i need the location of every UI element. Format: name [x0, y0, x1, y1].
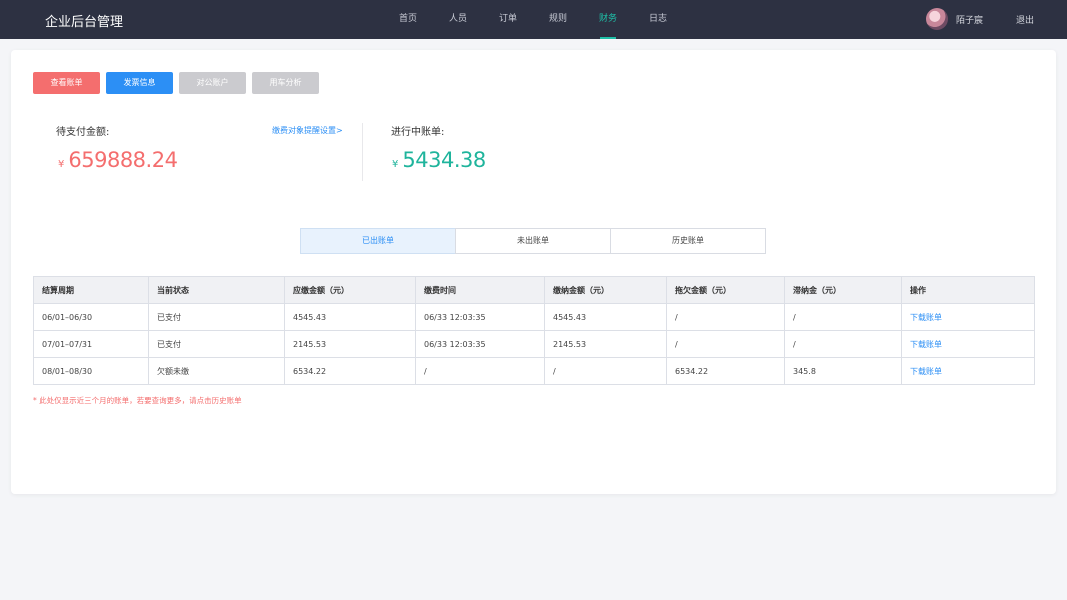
table-cell: 06/33 12:03:35: [415, 330, 545, 358]
tab-history-bills[interactable]: 历史账单: [610, 228, 766, 254]
currency-symbol: ¥: [392, 159, 399, 170]
pending-amount-value: 659888.24: [68, 148, 178, 172]
nav-item-orders[interactable]: 订单: [483, 0, 533, 39]
summary-divider: [362, 123, 363, 181]
download-bill-link[interactable]: 下载账单: [901, 330, 1035, 358]
nav-item-home[interactable]: 首页: [383, 0, 433, 39]
table-row: 06/01–06/30 已支付 4545.43 06/33 12:03:35 4…: [33, 303, 1035, 331]
table-cell: 欠额未缴: [148, 357, 285, 385]
table-cell: 06/33 12:03:35: [415, 303, 545, 331]
table-cell: 已支付: [148, 330, 285, 358]
in-progress-amount: ¥ 5434.38: [392, 148, 486, 172]
column-header: 滞纳金（元）: [784, 276, 902, 304]
table-header-row: 结算周期 当前状态 应缴金额（元） 缴费时间 缴纳金额（元） 拖欠金额（元） 滞…: [33, 276, 1035, 304]
table-cell: /: [544, 357, 667, 385]
table-cell: 4545.43: [544, 303, 667, 331]
column-header: 当前状态: [148, 276, 285, 304]
pending-amount: ¥ 659888.24: [58, 148, 178, 172]
history-note: * 此处仅显示近三个月的账单，若要查询更多，请点击历史账单: [33, 396, 242, 405]
car-usage-analysis-button[interactable]: 用车分析: [252, 72, 319, 94]
in-progress-amount-value: 5434.38: [402, 148, 486, 172]
download-bill-link[interactable]: 下载账单: [901, 303, 1035, 331]
download-bill-link[interactable]: 下载账单: [901, 357, 1035, 385]
bill-tabs: 已出账单 未出账单 历史账单: [300, 228, 766, 254]
column-header: 缴纳金额（元）: [544, 276, 667, 304]
column-header: 操作: [901, 276, 1035, 304]
in-progress-label: 进行中账单:: [391, 127, 445, 138]
nav-item-rules[interactable]: 规则: [533, 0, 583, 39]
corporate-account-button[interactable]: 对公账户: [179, 72, 246, 94]
pending-amount-label: 待支付金额:: [56, 127, 110, 138]
table-cell: 345.8: [784, 357, 902, 385]
table-cell: 4545.43: [284, 303, 416, 331]
logout-link[interactable]: 退出: [1016, 13, 1034, 26]
column-header: 结算周期: [33, 276, 149, 304]
table-cell: 06/01–06/30: [33, 303, 149, 331]
table-cell: /: [784, 303, 902, 331]
table-row: 07/01–07/31 已支付 2145.53 06/33 12:03:35 2…: [33, 330, 1035, 358]
table-cell: 07/01–07/31: [33, 330, 149, 358]
table-cell: /: [666, 303, 785, 331]
table-cell: 6534.22: [284, 357, 416, 385]
table-cell: 6534.22: [666, 357, 785, 385]
table-cell: /: [666, 330, 785, 358]
table-cell: /: [784, 330, 902, 358]
table-cell: 08/01–08/30: [33, 357, 149, 385]
table-cell: /: [415, 357, 545, 385]
main-nav: 首页 人员 订单 规则 财务 日志: [383, 0, 683, 39]
table-cell: 2145.53: [544, 330, 667, 358]
tab-unissued-bills[interactable]: 未出账单: [455, 228, 611, 254]
view-bill-button[interactable]: 查看账单: [33, 72, 100, 94]
app-title: 企业后台管理: [45, 15, 124, 30]
table-cell: 2145.53: [284, 330, 416, 358]
currency-symbol: ¥: [58, 159, 65, 170]
finance-card: 查看账单 发票信息 对公账户 用车分析 待支付金额: 缴费对象提醒设置> ¥ 6…: [11, 50, 1056, 494]
nav-item-logs[interactable]: 日志: [633, 0, 683, 39]
tab-issued-bills[interactable]: 已出账单: [300, 228, 456, 254]
nav-item-finance[interactable]: 财务: [583, 0, 633, 39]
user-name[interactable]: 陌子宸: [956, 13, 983, 26]
column-header: 应缴金额（元）: [284, 276, 416, 304]
remind-settings-link[interactable]: 缴费对象提醒设置>: [272, 125, 343, 136]
nav-item-personnel[interactable]: 人员: [433, 0, 483, 39]
table-row: 08/01–08/30 欠额未缴 6534.22 / / 6534.22 345…: [33, 357, 1035, 385]
table-cell: 已支付: [148, 303, 285, 331]
column-header: 缴费时间: [415, 276, 545, 304]
top-navbar: 企业后台管理 首页 人员 订单 规则 财务 日志 陌子宸 退出: [0, 0, 1067, 39]
bills-table: 结算周期 当前状态 应缴金额（元） 缴费时间 缴纳金额（元） 拖欠金额（元） 滞…: [33, 276, 1035, 385]
invoice-info-button[interactable]: 发票信息: [106, 72, 173, 94]
user-avatar[interactable]: [926, 8, 948, 30]
column-header: 拖欠金额（元）: [666, 276, 785, 304]
